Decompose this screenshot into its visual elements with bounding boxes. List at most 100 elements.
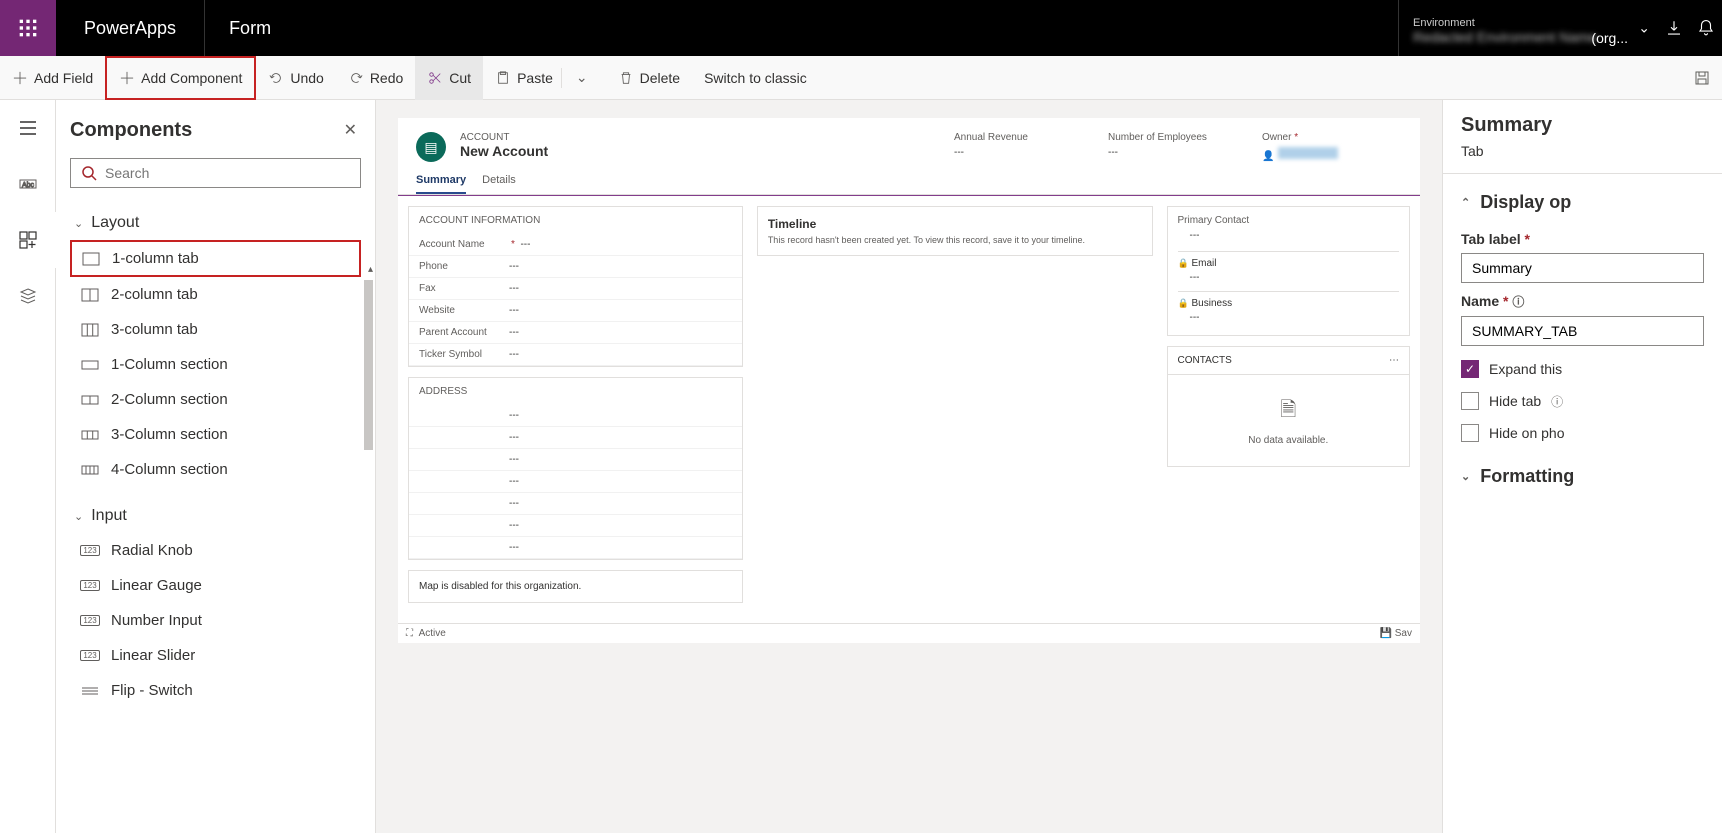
right-panel-subtitle: Tab	[1461, 143, 1704, 159]
field-row[interactable]: Parent Account---	[409, 322, 742, 344]
undo-button[interactable]: Undo	[256, 56, 335, 100]
layout-group-header[interactable]: ⌄ Layout	[70, 206, 361, 240]
bell-icon	[1697, 19, 1715, 37]
timeline-section[interactable]: Timeline This record hasn't been created…	[757, 206, 1153, 256]
input-badge-icon: 123	[80, 580, 99, 591]
display-options-label: Display op	[1480, 192, 1571, 213]
field-value: ---	[509, 520, 519, 531]
business-label: Business	[1192, 298, 1233, 309]
field-row[interactable]: ---	[409, 537, 742, 559]
chevron-down-icon: ⌄	[74, 217, 83, 230]
address-section[interactable]: ADDRESS --- --- --- --- --- --- ---	[408, 377, 743, 560]
required-indicator: *	[511, 239, 515, 250]
component-1-column-tab[interactable]: 1-column tab	[70, 240, 361, 277]
component-1-column-section[interactable]: 1-Column section	[70, 347, 361, 382]
name-input[interactable]	[1461, 316, 1704, 346]
download-button[interactable]	[1658, 0, 1690, 56]
component-number-input[interactable]: 123 Number Input	[70, 603, 361, 638]
component-2-column-section[interactable]: 2-Column section	[70, 382, 361, 417]
tab-label-input[interactable]	[1461, 253, 1704, 283]
component-item-label: 3-column tab	[111, 321, 198, 338]
switch-classic-label: Switch to classic	[704, 70, 807, 86]
search-icon	[81, 165, 97, 181]
input-group-header[interactable]: ⌄ Input	[70, 499, 361, 533]
formatting-header[interactable]: ⌄ Formatting	[1461, 458, 1704, 495]
scrollbar-thumb[interactable]	[364, 280, 373, 450]
document-icon: 🗎	[1188, 395, 1390, 429]
field-value: ---	[509, 261, 519, 272]
switch-to-classic-button[interactable]: Switch to classic	[692, 56, 819, 100]
tab-3col-icon	[81, 323, 99, 337]
form-tab-summary[interactable]: Summary	[416, 174, 466, 194]
component-item-label: 3-Column section	[111, 426, 228, 443]
field-row[interactable]: ---	[409, 471, 742, 493]
search-field[interactable]	[105, 165, 350, 181]
components-panel-title: Components	[70, 119, 192, 142]
app-launcher-button[interactable]	[0, 0, 56, 56]
field-row[interactable]: Phone---	[409, 256, 742, 278]
form-preview[interactable]: ▤ ACCOUNT New Account Annual Revenue ---…	[398, 118, 1420, 643]
checkbox-icon	[1461, 424, 1479, 442]
add-component-button[interactable]: Add Component	[105, 56, 256, 100]
field-row[interactable]: Ticker Symbol---	[409, 344, 742, 366]
primary-contact-section[interactable]: Primary Contact --- 🔒 Email --- 🔒 Busine…	[1167, 206, 1411, 336]
component-3-column-tab[interactable]: 3-column tab	[70, 312, 361, 347]
field-label: Parent Account	[419, 327, 509, 338]
cut-button[interactable]: Cut	[415, 56, 483, 100]
save-footer-icon[interactable]: 💾	[1380, 628, 1392, 639]
component-linear-gauge[interactable]: 123 Linear Gauge	[70, 568, 361, 603]
field-row[interactable]: ---	[409, 493, 742, 515]
required-indicator: *	[1503, 293, 1508, 309]
stat-value: ---	[954, 147, 1094, 158]
save-button[interactable]	[1682, 56, 1722, 100]
add-component-label: Add Component	[141, 70, 242, 86]
hide-on-phone-checkbox[interactable]: Hide on pho	[1461, 424, 1704, 442]
redo-button[interactable]: Redo	[336, 56, 415, 100]
component-4-column-section[interactable]: 4-Column section	[70, 452, 361, 487]
environment-picker[interactable]: Environment Redacted Environment Name (o…	[1398, 0, 1658, 56]
section-4col-icon	[81, 463, 99, 477]
components-rail-button[interactable]	[0, 212, 56, 268]
expand-first-checkbox[interactable]: ✓ Expand this	[1461, 360, 1704, 378]
notifications-button[interactable]	[1690, 0, 1722, 56]
field-row[interactable]: ---	[409, 405, 742, 427]
display-options-header[interactable]: ⌃ Display op	[1461, 184, 1704, 221]
section-2col-icon	[81, 393, 99, 407]
environment-suffix: (org...	[1591, 30, 1628, 46]
map-section[interactable]: Map is disabled for this organization.	[408, 570, 743, 603]
field-row[interactable]: Website---	[409, 300, 742, 322]
redo-icon	[348, 70, 364, 86]
more-icon[interactable]: ⋯	[1389, 355, 1399, 366]
email-label: Email	[1192, 258, 1217, 269]
scroll-up-icon: ▴	[368, 264, 373, 275]
field-row[interactable]: ---	[409, 427, 742, 449]
component-2-column-tab[interactable]: 2-column tab	[70, 277, 361, 312]
tab-1col-icon	[82, 252, 100, 266]
component-radial-knob[interactable]: 123 Radial Knob	[70, 533, 361, 568]
field-icon: Abc	[19, 177, 37, 191]
field-row[interactable]: Fax---	[409, 278, 742, 300]
component-3-column-section[interactable]: 3-Column section	[70, 417, 361, 452]
add-field-button[interactable]: Add Field	[0, 56, 105, 100]
component-item-label: 1-Column section	[111, 356, 228, 373]
chevron-down-icon[interactable]: ⌄	[570, 69, 594, 86]
components-search-input[interactable]	[70, 158, 361, 188]
close-panel-button[interactable]: ✕	[340, 116, 361, 144]
component-linear-slider[interactable]: 123 Linear Slider	[70, 638, 361, 673]
field-label: Ticker Symbol	[419, 349, 509, 360]
required-indicator: *	[1294, 132, 1298, 143]
account-info-section[interactable]: ACCOUNT INFORMATION Account Name* --- Ph…	[408, 206, 743, 367]
expand-icon[interactable]: ⛶	[406, 628, 413, 639]
field-row[interactable]: Account Name* ---	[409, 234, 742, 256]
hide-tab-checkbox[interactable]: Hide tab ⓘ	[1461, 392, 1704, 410]
component-flip-switch[interactable]: Flip - Switch	[70, 673, 361, 708]
fields-rail-button[interactable]: Abc	[0, 156, 56, 212]
paste-button[interactable]: Paste ⌄	[483, 56, 606, 100]
layers-rail-button[interactable]	[0, 268, 56, 324]
delete-button[interactable]: Delete	[606, 56, 692, 100]
hamburger-button[interactable]	[0, 100, 56, 156]
field-row[interactable]: ---	[409, 449, 742, 471]
contacts-section[interactable]: CONTACTS ⋯ 🗎 No data available.	[1167, 346, 1411, 467]
form-tab-details[interactable]: Details	[482, 174, 516, 194]
field-row[interactable]: ---	[409, 515, 742, 537]
